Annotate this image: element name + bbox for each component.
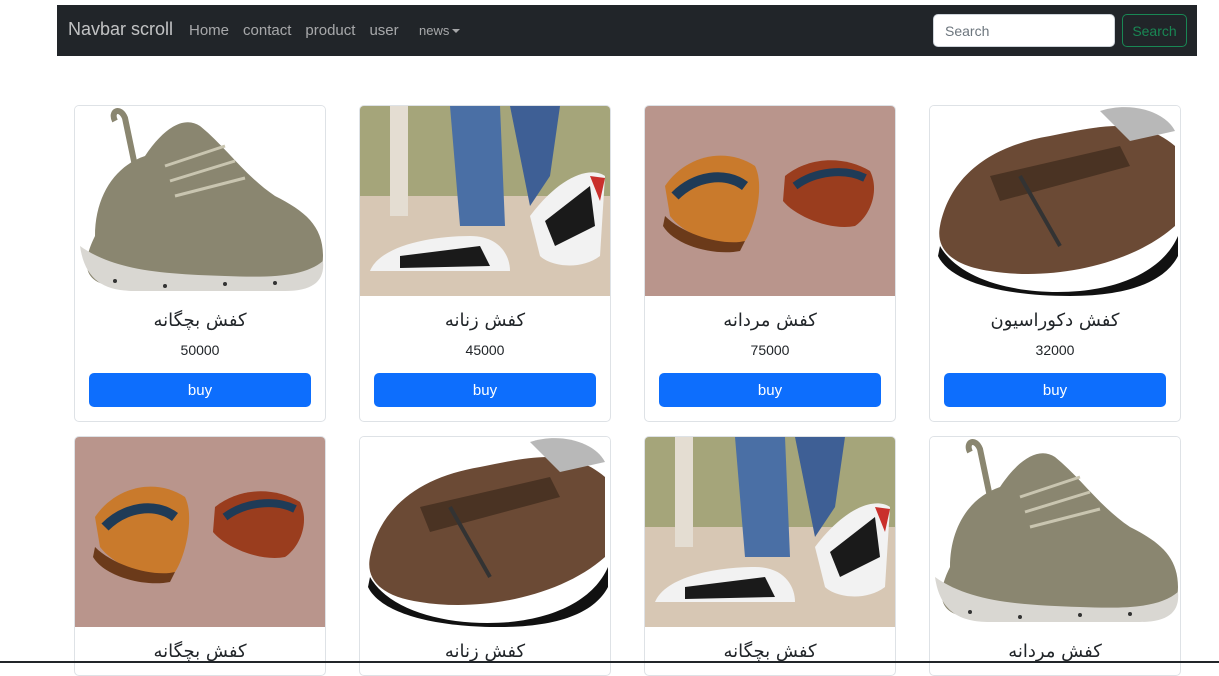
product-title: کفش مردانه: [723, 310, 817, 331]
caret-down-icon: [452, 29, 461, 33]
product-card: کفش بچگانه: [74, 436, 326, 676]
nav-link-user[interactable]: user: [369, 22, 398, 39]
product-card: کفش زنانه: [359, 436, 611, 676]
product-price: 50000: [180, 342, 220, 358]
product-card: کفش مردانه: [929, 436, 1181, 676]
product-price: 75000: [750, 342, 790, 358]
search-button[interactable]: Search: [1122, 14, 1187, 47]
product-image-brogue-pair: [645, 106, 895, 296]
nav-link-home[interactable]: Home: [189, 22, 229, 39]
search-input[interactable]: [933, 14, 1115, 47]
product-title: کفش بچگانه: [153, 310, 247, 331]
product-image-green-knit-sneaker: [930, 437, 1180, 627]
product-card: کفش زنانه 45000 buy: [359, 105, 611, 422]
buy-button[interactable]: buy: [89, 373, 311, 407]
product-card: کفش بچگانه: [644, 436, 896, 676]
product-image-sneakers-on-feet: [645, 437, 895, 627]
product-card: کفش مردانه 75000 buy: [644, 105, 896, 422]
product-image-brown-strap-shoes: [360, 437, 610, 627]
nav-link-product[interactable]: product: [305, 22, 355, 39]
product-card: کفش دکوراسیون 32000 buy: [929, 105, 1181, 422]
product-title: کفش بچگانه: [153, 641, 247, 662]
buy-button[interactable]: buy: [374, 373, 596, 407]
product-image-brogue-pair: [75, 437, 325, 627]
nav-dropdown-news[interactable]: news: [419, 23, 461, 38]
product-title: کفش دکوراسیون: [990, 310, 1120, 331]
buy-button[interactable]: buy: [944, 373, 1166, 407]
navbar-brand[interactable]: Navbar scroll: [68, 19, 173, 40]
product-title: کفش زنانه: [444, 641, 526, 662]
nav-link-contact[interactable]: contact: [243, 22, 291, 39]
product-image-sneakers-on-feet: [360, 106, 610, 296]
product-price: 45000: [465, 342, 505, 358]
navbar: Navbar scroll Home contact product user …: [57, 5, 1197, 56]
product-image-brown-strap-shoes: [930, 106, 1180, 296]
buy-button[interactable]: buy: [659, 373, 881, 407]
product-card: کفش بچگانه 50000 buy: [74, 105, 326, 422]
product-title: کفش زنانه: [444, 310, 526, 331]
nav-links: Home contact product user: [189, 22, 399, 39]
nav-dropdown-label: news: [419, 23, 450, 38]
product-title: کفش بچگانه: [723, 641, 817, 662]
product-price: 32000: [1035, 342, 1075, 358]
product-image-green-knit-sneaker: [75, 106, 325, 296]
product-title: کفش مردانه: [1008, 641, 1102, 662]
